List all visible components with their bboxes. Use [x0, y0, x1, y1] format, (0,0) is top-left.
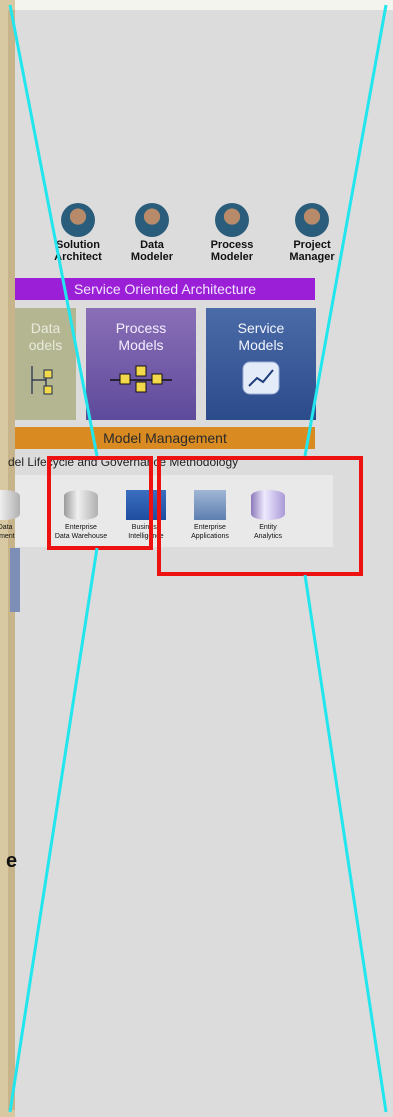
zoom-line-1	[8, 4, 99, 457]
zoom-line-2	[303, 4, 388, 457]
zoom-connector-lines	[8, 4, 388, 1113]
zoom-line-4	[303, 574, 388, 1113]
zoom-line-3	[8, 547, 99, 1113]
